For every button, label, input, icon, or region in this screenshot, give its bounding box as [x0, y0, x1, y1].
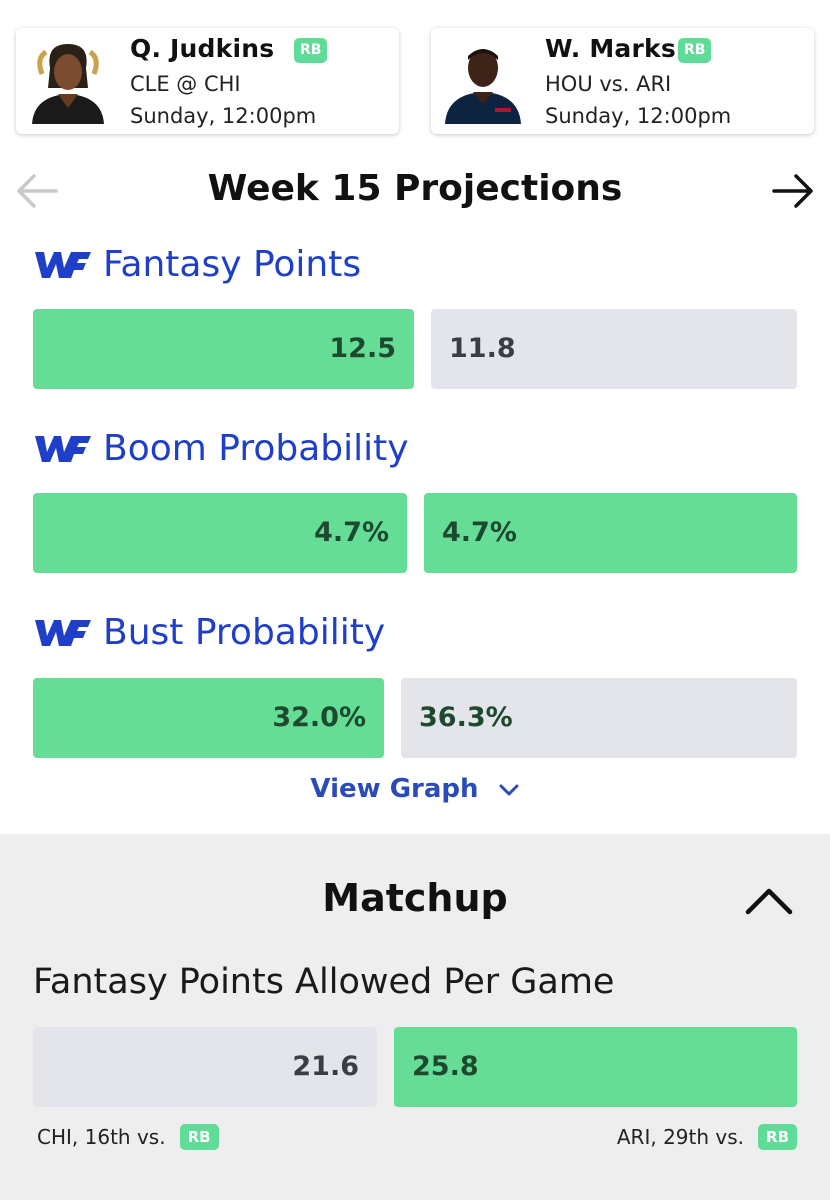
matchup-section: Matchup Fantasy Points Allowed Per Game …: [0, 834, 830, 1200]
stat-label-bust-probability: Bust Probability: [33, 612, 385, 653]
brand-logo-icon: [35, 435, 91, 462]
stat-value-left: 4.7%: [33, 493, 407, 573]
brand-logo-icon: [35, 619, 91, 646]
opponent-rank-right: ARI, 29th vs. RB: [617, 1124, 797, 1150]
chevron-down-icon: [499, 784, 519, 795]
player-game: CLE @ CHI: [130, 72, 241, 96]
fpa-value-left: 21.6: [33, 1027, 377, 1107]
stat-value-right: 4.7%: [424, 493, 797, 573]
player-name: Q. Judkins: [130, 34, 275, 63]
chevron-up-icon[interactable]: [744, 886, 794, 916]
position-badge: RB: [678, 38, 712, 63]
stat-value-right: 36.3%: [401, 678, 797, 758]
stat-label-fantasy-points: Fantasy Points: [33, 244, 361, 285]
stat-value-left: 12.5: [33, 309, 414, 389]
position-badge: RB: [179, 1124, 219, 1150]
position-badge: RB: [758, 1124, 797, 1150]
player-name: W. Marks: [545, 34, 676, 63]
player-game-time: Sunday, 12:00pm: [130, 104, 317, 128]
position-badge: RB: [294, 38, 328, 63]
opponent-rank-left: CHI, 16th vs. RB: [37, 1124, 219, 1150]
player-photo: [445, 49, 521, 124]
fpa-value-right: 25.8: [394, 1027, 797, 1107]
stat-value-right: 11.8: [431, 309, 797, 389]
rank-text: CHI, 16th vs.: [37, 1125, 166, 1149]
stat-label-text: Boom Probability: [103, 428, 409, 469]
player-game-time: Sunday, 12:00pm: [545, 104, 732, 128]
stat-label-text: Bust Probability: [103, 612, 386, 653]
stat-label-text: Fantasy Points: [103, 244, 362, 285]
player-game: HOU vs. ARI: [545, 72, 672, 96]
arrow-right-icon[interactable]: [772, 172, 814, 210]
player-card-judkins[interactable]: Q. Judkins RB CLE @ CHI Sunday, 12:00pm: [16, 28, 399, 134]
page-title: Week 15 Projections: [207, 168, 623, 209]
fantasy-points-allowed-title: Fantasy Points Allowed Per Game: [33, 962, 615, 1002]
matchup-title: Matchup: [322, 876, 508, 920]
stat-value-left: 32.0%: [33, 678, 384, 758]
view-graph-label: View Graph: [310, 774, 479, 804]
stat-label-boom-probability: Boom Probability: [33, 428, 409, 469]
rank-text: ARI, 29th vs.: [616, 1125, 745, 1149]
view-graph-link[interactable]: View Graph: [0, 774, 830, 804]
brand-logo-icon: [35, 251, 91, 278]
player-card-marks[interactable]: W. Marks RB HOU vs. ARI Sunday, 12:00pm: [431, 28, 814, 134]
player-photo: [32, 44, 104, 124]
